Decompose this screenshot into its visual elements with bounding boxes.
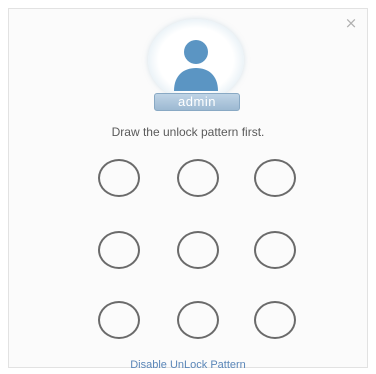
unlock-pattern-dialog: × admin Draw the unlock pattern first. D… [8, 8, 368, 371]
pattern-dot-3[interactable] [254, 159, 296, 197]
pattern-dot-8[interactable] [177, 301, 219, 339]
pattern-dot-6[interactable] [254, 231, 296, 269]
pattern-dot-7[interactable] [98, 301, 140, 339]
disable-unlock-pattern-link[interactable]: Disable UnLock Pattern [9, 359, 367, 371]
username-badge: admin [154, 93, 240, 111]
avatar: admin [146, 19, 248, 115]
pattern-dot-4[interactable] [98, 231, 140, 269]
pattern-dot-9[interactable] [254, 301, 296, 339]
pattern-dot-5[interactable] [177, 231, 219, 269]
close-icon[interactable]: × [343, 15, 359, 31]
unlock-prompt: Draw the unlock pattern first. [111, 125, 265, 139]
user-avatar-icon [174, 40, 218, 91]
pattern-dot-2[interactable] [177, 159, 219, 197]
pattern-grid[interactable] [98, 159, 304, 341]
pattern-dot-1[interactable] [98, 159, 140, 197]
